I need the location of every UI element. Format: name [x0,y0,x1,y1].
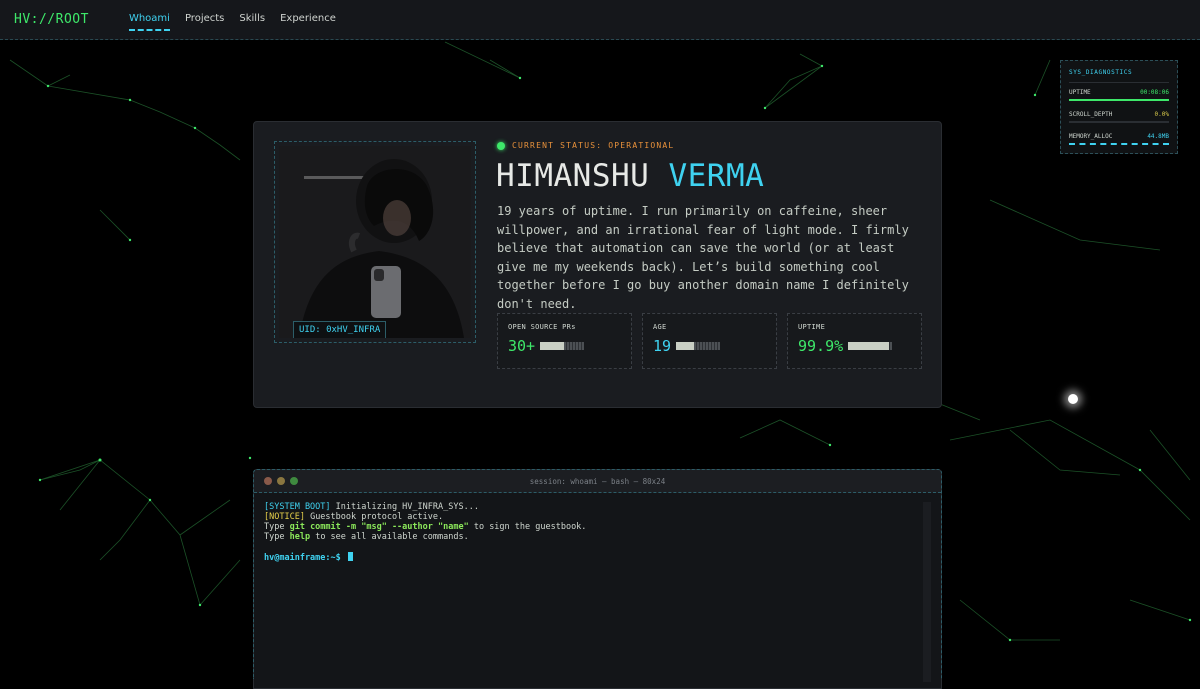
boot-tag: [SYSTEM BOOT] [264,502,331,512]
terminal-scrollbar[interactable] [923,502,931,682]
diag-value: 44.8MB [1147,133,1169,140]
diag-row-scroll: SCROLL_DEPTH 0.0% [1069,111,1169,118]
help-command: help [289,532,311,542]
nav-link-experience[interactable]: Experience [280,13,336,27]
boot-text: Initializing HV_INFRA_SYS... [330,502,479,512]
memory-bar [1069,143,1169,145]
line-text: to see all available commands. [310,532,469,542]
stat-open-source: OPEN SOURCE PRs 30+ [497,313,632,369]
stats-row: OPEN SOURCE PRs 30+ AGE 19 UPTIME 99.9% [497,313,922,369]
diagnostics-title: SYS_DIAGNOSTICS [1069,69,1169,83]
glow-orb [1068,394,1078,404]
diag-value: 0.0% [1154,111,1169,118]
diag-row-memory: MEMORY_ALLOC 44.8MB [1069,133,1169,140]
nav-link-projects[interactable]: Projects [185,13,224,27]
diag-label: UPTIME [1069,89,1091,96]
stat-uptime: UPTIME 99.9% [787,313,922,369]
stat-value: 19 [653,337,672,355]
nav-links: Whoami Projects Skills Experience [128,13,336,31]
stat-meter [540,342,585,350]
stat-label: UPTIME [798,323,826,331]
stat-label: AGE [653,323,667,331]
status-line: CURRENT STATUS: OPERATIONAL [497,141,674,150]
stat-meter [848,342,893,350]
sys-diagnostics-panel: SYS_DIAGNOSTICS UPTIME 00:08:06 SCROLL_D… [1060,60,1178,154]
stat-age: AGE 19 [642,313,777,369]
last-name: VERMA [668,158,765,194]
uptime-bar [1069,99,1169,101]
status-indicator-icon [497,141,505,150]
person-silhouette [279,146,471,338]
notice-text: Guestbook protocol active. [304,512,444,522]
diag-value: 00:08:06 [1140,89,1169,96]
notice-tag: [NOTICE] [264,512,305,522]
git-command: git commit -m "msg" --author "name" [289,522,469,532]
site-logo[interactable]: HV://ROOT [14,12,89,27]
diag-label: SCROLL_DEPTH [1069,111,1113,118]
terminal-window[interactable]: session: whoami — bash — 80x24 [SYSTEM B… [253,469,942,689]
profile-name: HIMANSHU VERMA [496,158,764,194]
profile-card: UID: 0xHV_INFRA CURRENT STATUS: OPERATIO… [253,121,942,408]
profile-photo-frame: UID: 0xHV_INFRA [274,141,476,343]
terminal-output: [SYSTEM BOOT] Initializing HV_INFRA_SYS.… [254,493,941,572]
uid-badge: UID: 0xHV_INFRA [293,321,387,338]
diag-label: MEMORY_ALLOC [1069,133,1113,140]
terminal-title: session: whoami — bash — 80x24 [529,476,666,486]
stat-meter [676,342,721,350]
terminal-cursor[interactable] [347,552,353,561]
stat-label: OPEN SOURCE PRs [508,323,576,331]
line-text: Type [264,522,290,532]
first-name: HIMANSHU [496,158,650,194]
stat-value: 99.9% [798,337,844,355]
status-text: CURRENT STATUS: OPERATIONAL [512,141,675,150]
profile-photo: UID: 0xHV_INFRA [279,146,471,338]
line-text: Type [264,532,290,542]
profile-bio: 19 years of uptime. I run primarily on c… [497,204,909,311]
line-text: to sign the guestbook. [468,522,587,532]
shell-prompt: hv@mainframe:~$ [264,553,341,563]
terminal-titlebar: session: whoami — bash — 80x24 [254,470,941,493]
stat-value: 30+ [508,337,536,355]
diag-row-uptime: UPTIME 00:08:06 [1069,89,1169,96]
scroll-bar [1069,121,1169,123]
top-nav: HV://ROOT Whoami Projects Skills Experie… [0,0,1200,40]
nav-link-whoami[interactable]: Whoami [128,13,170,31]
nav-link-skills[interactable]: Skills [239,13,265,27]
